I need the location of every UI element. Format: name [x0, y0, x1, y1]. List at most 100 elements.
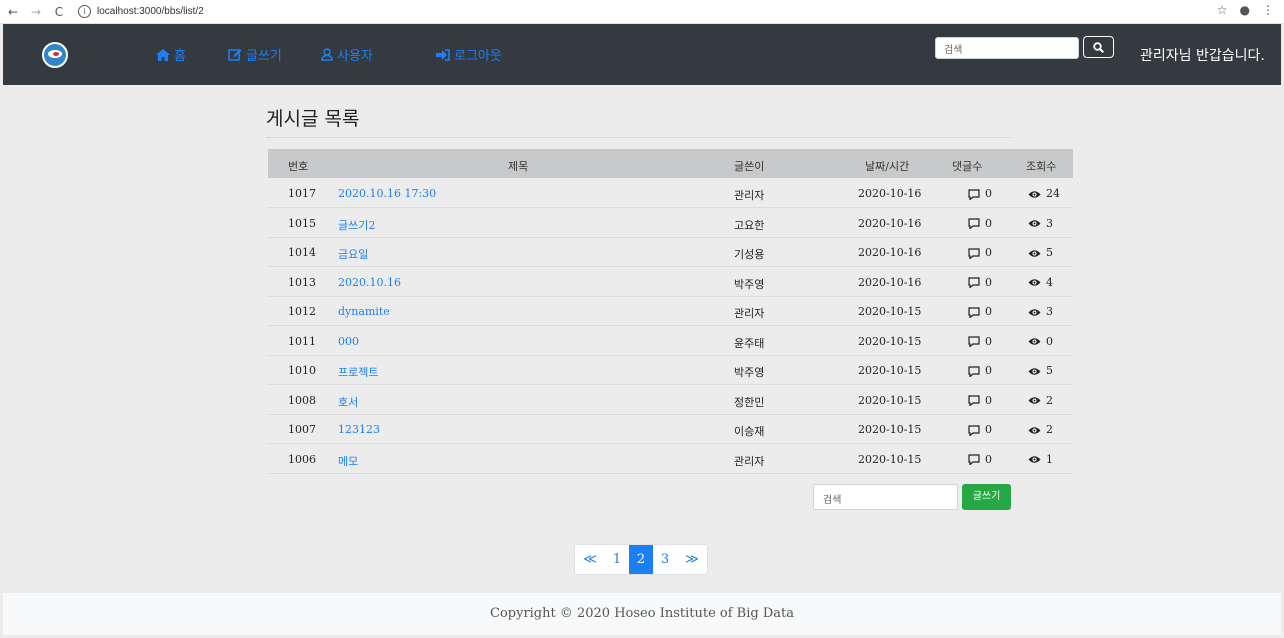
- header-datetime: 날짜/시간: [865, 160, 910, 173]
- view-count: 5: [1028, 246, 1053, 259]
- view-count: 2: [1028, 423, 1053, 436]
- comment-icon: [968, 454, 980, 465]
- nav-logout-label: 로그아웃: [454, 49, 502, 64]
- view-count-value: 1: [1046, 452, 1053, 466]
- write-button[interactable]: 글쓰기: [962, 484, 1011, 510]
- post-author: 박주영: [734, 366, 765, 379]
- post-title-link[interactable]: dynamite: [338, 305, 390, 318]
- comment-count: 0: [968, 187, 992, 200]
- next-page-button[interactable]: ≫: [677, 545, 707, 574]
- page-1-button[interactable]: 1: [605, 545, 629, 574]
- post-title-link[interactable]: 프로젝트: [338, 364, 378, 380]
- sign-out-icon: [436, 49, 450, 61]
- bottom-search-input[interactable]: 검색: [813, 484, 958, 510]
- post-author: 고요한: [734, 218, 765, 232]
- post-date: 2020-10-15: [858, 393, 922, 407]
- nav-logout[interactable]: 로그아웃: [436, 45, 502, 64]
- table-row: 1010 프로젝트 박주영 2020-10-15 0 5: [268, 356, 1073, 385]
- view-count: 1: [1028, 453, 1053, 466]
- nav-users[interactable]: 사용자: [321, 45, 373, 64]
- nav-search-input[interactable]: 검색: [935, 37, 1079, 59]
- nav-users-label: 사용자: [337, 49, 373, 64]
- post-number: 1008: [288, 393, 316, 407]
- table-row: 1008 호서 정한민 2020-10-15 0 2: [268, 386, 1073, 415]
- comment-count: 0: [968, 423, 992, 436]
- site-logo[interactable]: [42, 42, 68, 68]
- view-count-value: 2: [1046, 393, 1053, 407]
- comment-count-value: 0: [985, 305, 992, 318]
- post-title-link[interactable]: 2020.10.16 17:30: [338, 187, 436, 200]
- post-date: 2020-10-16: [858, 187, 922, 200]
- post-author: 기성용: [734, 248, 765, 261]
- account-icon[interactable]: ●: [1240, 3, 1250, 17]
- view-count: 24: [1028, 187, 1060, 200]
- eye-icon: [1028, 249, 1041, 257]
- back-arrow-icon[interactable]: ←: [6, 5, 20, 19]
- view-count-value: 4: [1046, 275, 1053, 289]
- menu-dots-icon[interactable]: ⋮: [1262, 3, 1274, 17]
- post-number: 1011: [288, 334, 316, 348]
- post-title-link[interactable]: 000: [338, 335, 359, 348]
- post-title-link[interactable]: 호서: [338, 394, 358, 410]
- table-row: 1011 000 윤주태 2020-10-15 0 0: [268, 327, 1073, 356]
- forward-arrow-icon[interactable]: →: [29, 5, 43, 19]
- user-icon: [321, 48, 333, 61]
- comment-count-value: 0: [985, 187, 992, 200]
- title-divider: [266, 137, 1011, 138]
- table-row: 1012 dynamite 관리자 2020-10-15 0 3: [268, 297, 1073, 326]
- view-count: 2: [1028, 394, 1053, 407]
- header-comments: 댓글수: [952, 160, 983, 173]
- search-icon: [1093, 41, 1104, 53]
- table-row: 1013 2020.10.16 박주영 2020-10-16 0 4: [268, 268, 1073, 297]
- post-number: 1010: [288, 364, 316, 377]
- eye-icon: [1028, 308, 1041, 316]
- comment-icon: [968, 306, 980, 318]
- page-3-button[interactable]: 3: [653, 545, 677, 574]
- top-navbar: 홈 글쓰기 사용자 로그아웃 검색 관리자님 반갑습니다.: [3, 24, 1281, 85]
- post-number: 1014: [288, 246, 316, 259]
- page-2-button[interactable]: 2: [629, 545, 653, 574]
- post-title-link[interactable]: 글쓰기2: [338, 217, 375, 233]
- address-bar[interactable]: localhost:3000/bbs/list/2: [97, 6, 204, 17]
- table-row: 1014 금요일 기성용 2020-10-16 0 5: [268, 238, 1073, 267]
- reload-icon[interactable]: C: [52, 5, 66, 19]
- pagination: ≪ 1 2 3 ≫: [574, 544, 708, 575]
- nav-write[interactable]: 글쓰기: [228, 45, 282, 64]
- comment-count: 0: [968, 394, 992, 407]
- nav-home[interactable]: 홈: [156, 45, 186, 64]
- comment-icon: [968, 247, 980, 259]
- view-count: 3: [1028, 217, 1053, 230]
- post-number: 1006: [288, 452, 316, 466]
- post-date: 2020-10-16: [858, 216, 922, 230]
- nav-search-button[interactable]: [1083, 36, 1114, 58]
- post-title-link[interactable]: 123123: [338, 423, 380, 436]
- table-row: 1015 글쓰기2 고요한 2020-10-16 0 3: [268, 209, 1073, 238]
- view-count-value: 3: [1046, 305, 1053, 318]
- header-title: 제목: [508, 160, 529, 173]
- post-title-link[interactable]: 메모: [338, 453, 358, 469]
- comment-count: 0: [968, 246, 992, 259]
- bookmark-star-icon[interactable]: ☆: [1217, 3, 1228, 17]
- comment-count: 0: [968, 276, 992, 289]
- view-count: 3: [1028, 305, 1053, 318]
- view-count: 5: [1028, 364, 1053, 377]
- post-title-link[interactable]: 2020.10.16: [338, 276, 401, 289]
- comment-count: 0: [968, 305, 992, 318]
- post-date: 2020-10-16: [858, 275, 922, 289]
- copyright-text: Copyright © 2020 Hoseo Institute of Big …: [490, 606, 794, 621]
- view-count-value: 5: [1046, 246, 1053, 259]
- comment-icon: [968, 277, 980, 288]
- post-title-link[interactable]: 금요일: [338, 246, 368, 262]
- comment-count: 0: [968, 453, 992, 466]
- browser-toolbar: ← → C i localhost:3000/bbs/list/2 ☆ ● ⋮: [0, 0, 1284, 24]
- prev-page-button[interactable]: ≪: [575, 545, 605, 574]
- page-title: 게시글 목록: [266, 108, 360, 130]
- table-row: 1006 메모 관리자 2020-10-15 0 1: [268, 445, 1073, 474]
- site-info-icon[interactable]: i: [78, 5, 91, 18]
- comment-count-value: 0: [985, 423, 992, 436]
- post-date: 2020-10-15: [858, 423, 922, 436]
- comment-count-value: 0: [985, 364, 992, 377]
- table-row: 1007 123123 이승재 2020-10-15 0 2: [268, 415, 1073, 444]
- comment-count: 0: [968, 217, 992, 230]
- post-author: 관리자: [734, 454, 765, 468]
